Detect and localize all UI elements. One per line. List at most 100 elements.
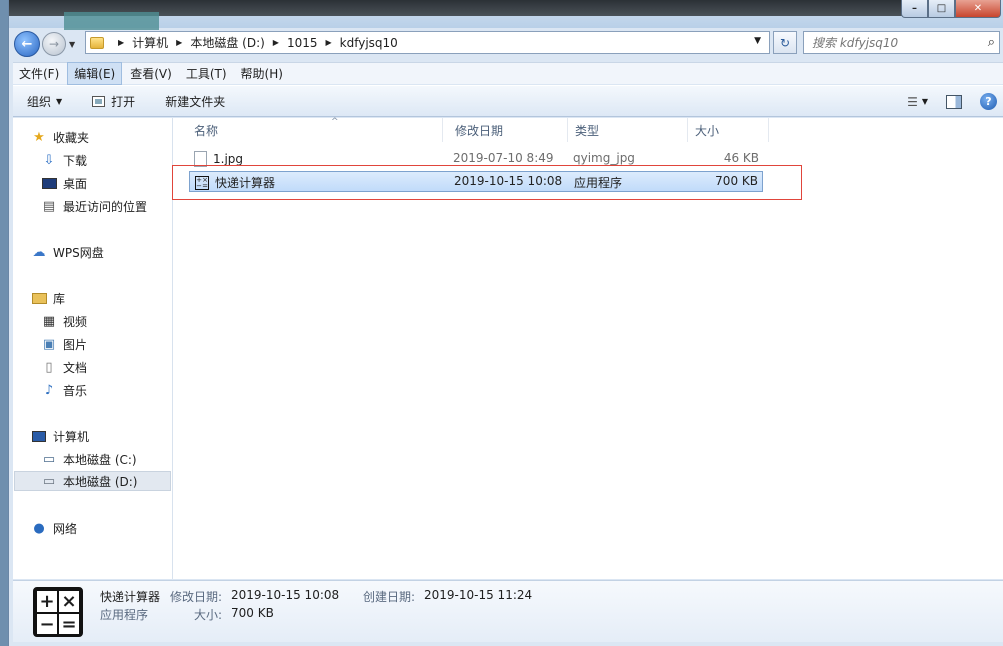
chevron-down-icon[interactable]: ▼: [922, 97, 928, 106]
column-header-label: 名称: [194, 123, 219, 138]
maximize-button[interactable]: □: [928, 0, 955, 18]
file-name: 1.jpg: [213, 152, 244, 166]
nav-favorites-label: 收藏夹: [53, 130, 90, 145]
forward-button[interactable]: →: [42, 32, 66, 56]
nav-item-downloads[interactable]: ⇩ 下载: [41, 150, 87, 170]
address-bar[interactable]: ▶ 计算机 ▶ 本地磁盘 (D:) ▶ 1015 ▶ kdfyjsq10 ▼: [85, 31, 770, 54]
picture-icon: ▣: [42, 336, 56, 352]
nav-favorites[interactable]: ★ 收藏夹: [31, 127, 89, 147]
calculator-icon: + × − =: [33, 587, 83, 637]
minimize-button[interactable]: –: [901, 0, 928, 18]
desktop-icon: [41, 176, 57, 190]
calc-symbol: −: [36, 613, 58, 636]
preview-pane-icon[interactable]: [946, 94, 962, 109]
chevron-right-icon[interactable]: ▶: [176, 38, 182, 47]
organize-button[interactable]: 组织 ▼: [27, 93, 62, 110]
column-header-type[interactable]: 类型: [569, 118, 688, 142]
chevron-right-icon[interactable]: ▶: [273, 38, 279, 47]
details-pane: + × − = 快递计算器 应用程序 修改日期: 2019-10-15 10:0…: [13, 580, 1003, 642]
address-dropdown-icon[interactable]: ▼: [754, 36, 761, 46]
toolbar-right: ☰ ▼ ?: [907, 93, 997, 110]
library-icon: [31, 291, 47, 305]
search-input[interactable]: [812, 35, 977, 50]
search-icon[interactable]: ⌕: [988, 35, 995, 50]
folder-icon: [90, 36, 104, 49]
column-header-label: 类型: [575, 123, 600, 138]
chevron-right-icon[interactable]: ▶: [326, 38, 332, 47]
nav-item-label: 最近访问的位置: [63, 199, 148, 214]
file-size: 46 KB: [723, 151, 759, 165]
nav-drive-d[interactable]: ▭ 本地磁盘 (D:): [14, 471, 171, 491]
chevron-right-icon[interactable]: ▶: [118, 38, 124, 47]
nav-item-recent[interactable]: ▤ 最近访问的位置: [41, 196, 147, 216]
details-modified-label: 修改日期:: [170, 590, 223, 604]
nav-item-desktop[interactable]: 桌面: [41, 173, 87, 193]
navigation-pane: ★ 收藏夹 ⇩ 下载 桌面 ▤ 最近访问的位置 ☁ WPS网盘 库 ▦ 视频 ▣…: [13, 118, 173, 579]
calc-symbol: ×: [58, 590, 80, 613]
details-created-label: 创建日期:: [363, 590, 416, 604]
explorer-window: – □ ✕ ← → ▼ ▶ 计算机 ▶ 本地磁盘 (D:) ▶ 1015 ▶ k…: [8, 0, 1003, 646]
help-icon[interactable]: ?: [980, 93, 997, 110]
menu-file[interactable]: 文件(F): [13, 63, 65, 84]
nav-drive-label: 本地磁盘 (C:): [63, 452, 137, 467]
open-button[interactable]: 打开: [92, 93, 135, 110]
sort-up-icon: ^: [331, 117, 339, 127]
column-header-size[interactable]: 大小: [689, 118, 769, 142]
nav-item-videos[interactable]: ▦ 视频: [41, 311, 87, 331]
column-header-name[interactable]: 名称 ^: [188, 117, 443, 142]
breadcrumb-kdfyjsq10[interactable]: kdfyjsq10: [340, 36, 398, 50]
search-box[interactable]: ⌕: [803, 31, 1000, 54]
nav-libraries[interactable]: 库: [31, 288, 65, 308]
nav-item-documents[interactable]: ▯ 文档: [41, 357, 87, 377]
menu-help[interactable]: 帮助(H): [235, 63, 289, 84]
nav-libraries-label: 库: [53, 291, 66, 306]
drive-d-icon: ▭: [42, 473, 56, 489]
menu-edit[interactable]: 编辑(E): [67, 62, 123, 85]
organize-label: 组织: [27, 94, 52, 109]
details-file-type: 应用程序: [100, 608, 149, 622]
nav-drive-c[interactable]: ▭ 本地磁盘 (C:): [41, 449, 137, 469]
refresh-button[interactable]: ↻: [773, 31, 797, 54]
command-bar: 组织 ▼ 打开 新建文件夹 ☰ ▼ ?: [13, 85, 1003, 117]
recent-icon: ▤: [42, 198, 56, 214]
annotation-highlight-box: [172, 165, 802, 200]
nav-computer-label: 计算机: [53, 429, 90, 444]
nav-computer[interactable]: 计算机: [31, 426, 89, 446]
recent-pages-dropdown-icon[interactable]: ▼: [69, 40, 75, 49]
menu-tools[interactable]: 工具(T): [180, 63, 233, 84]
computer-icon: [31, 429, 47, 443]
calc-symbol: +: [36, 590, 58, 613]
network-icon: ●: [33, 520, 45, 536]
nav-item-label: 桌面: [63, 176, 88, 191]
document-icon: ▯: [45, 359, 53, 375]
nav-drive-label: 本地磁盘 (D:): [63, 474, 138, 489]
breadcrumb-computer[interactable]: 计算机: [132, 34, 168, 51]
open-label: 打开: [111, 94, 136, 109]
column-header-date[interactable]: 修改日期: [449, 118, 568, 142]
breadcrumb-1015[interactable]: 1015: [287, 36, 318, 50]
back-button[interactable]: ←: [14, 31, 40, 57]
breadcrumb-drive-d[interactable]: 本地磁盘 (D:): [190, 34, 264, 51]
new-folder-label: 新建文件夹: [165, 94, 226, 109]
nav-network[interactable]: ● 网络: [31, 518, 77, 538]
nav-item-pictures[interactable]: ▣ 图片: [41, 334, 87, 354]
details-modified-value: 2019-10-15 10:08: [231, 588, 340, 602]
menu-bar: 文件(F) 编辑(E) 查看(V) 工具(T) 帮助(H): [13, 62, 1003, 85]
file-type: qyimg_jpg: [573, 151, 635, 165]
drive-c-icon: ▭: [42, 451, 56, 467]
calc-symbol: =: [58, 613, 80, 636]
nav-wps-label: WPS网盘: [53, 245, 104, 260]
nav-item-label: 下载: [63, 153, 88, 168]
details-size-value: 700 KB: [231, 606, 274, 620]
nav-item-label: 音乐: [63, 383, 88, 398]
view-options-icon[interactable]: ☰: [907, 95, 918, 109]
menu-view[interactable]: 查看(V): [124, 63, 178, 84]
music-icon: ♪: [44, 382, 54, 398]
cloud-icon: ☁: [32, 244, 46, 260]
close-button[interactable]: ✕: [955, 0, 1001, 18]
title-bar[interactable]: – □ ✕: [9, 0, 1003, 30]
nav-item-label: 图片: [63, 337, 88, 352]
new-folder-button[interactable]: 新建文件夹: [165, 93, 225, 110]
nav-wps-cloud[interactable]: ☁ WPS网盘: [31, 242, 104, 262]
nav-item-music[interactable]: ♪ 音乐: [41, 380, 87, 400]
